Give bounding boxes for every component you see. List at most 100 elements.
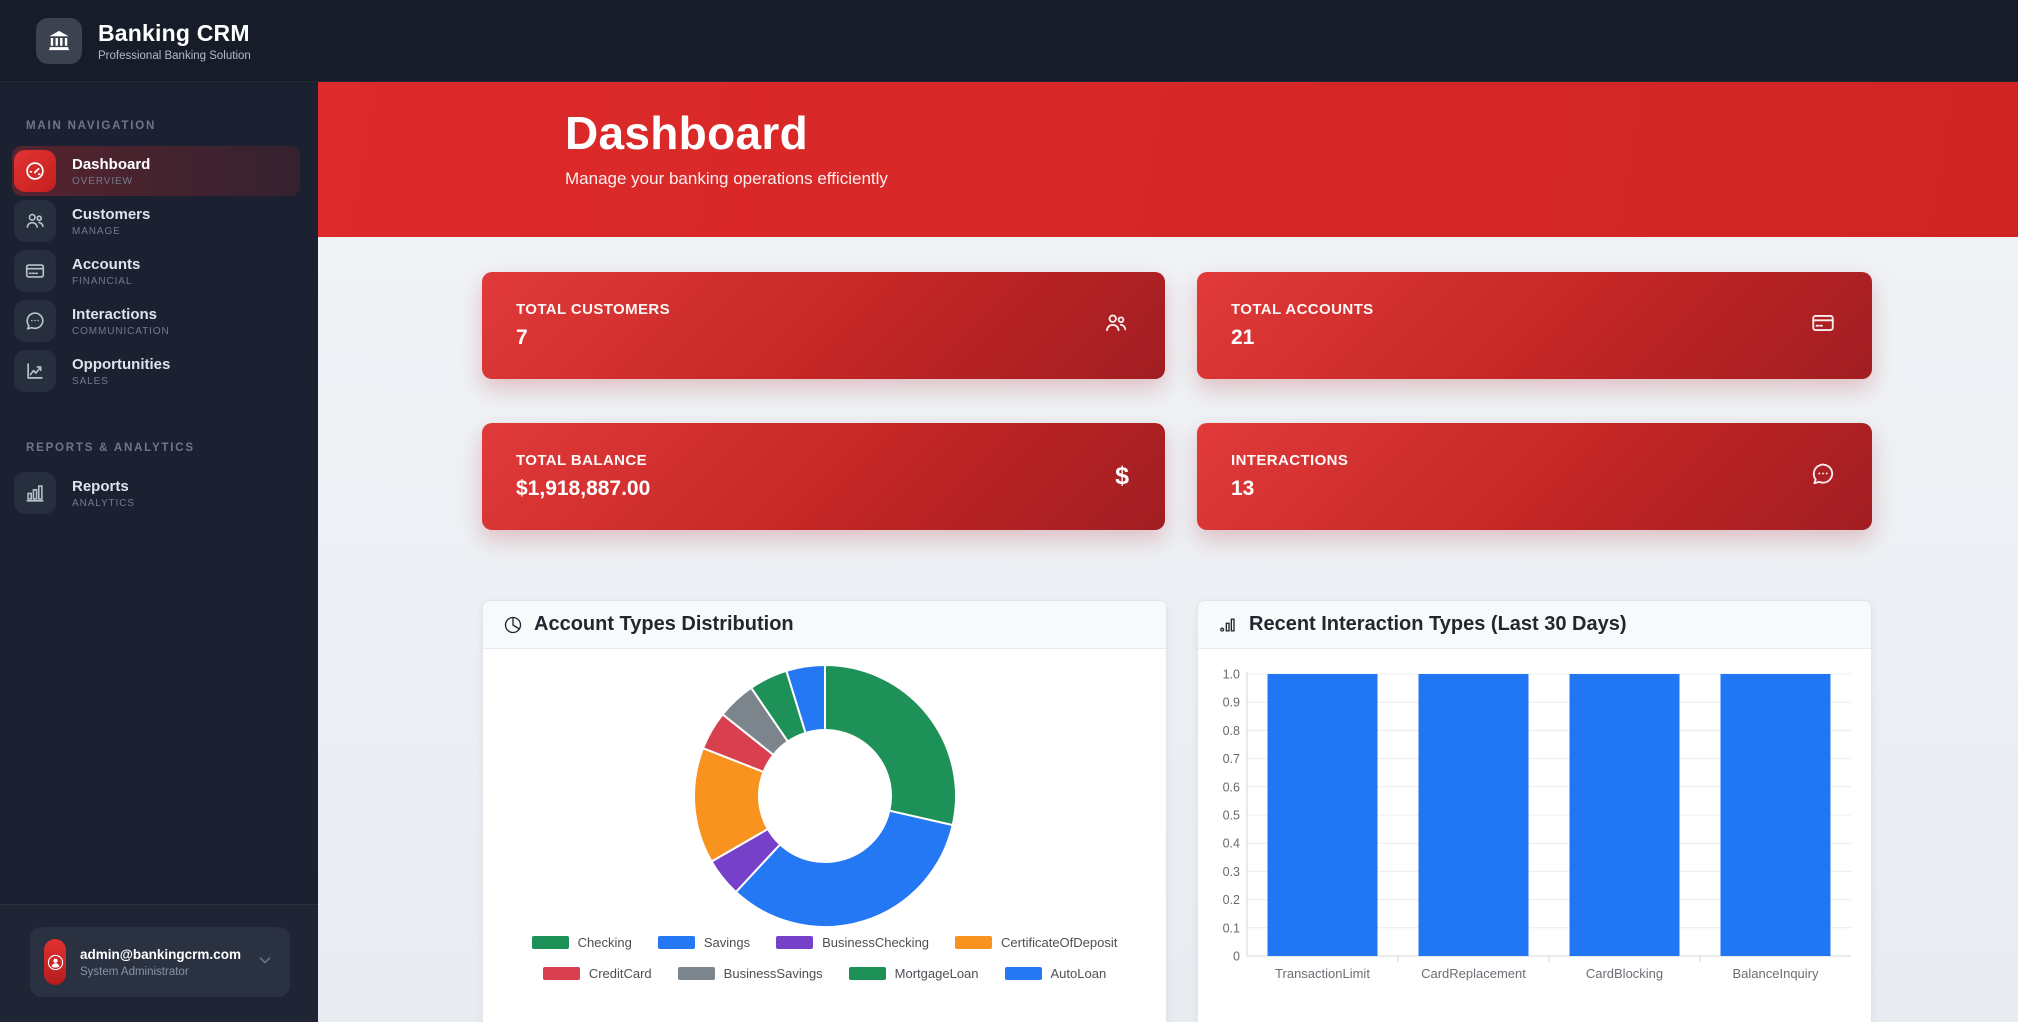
dollar-icon: $ — [1115, 462, 1129, 491]
users-icon — [14, 200, 56, 242]
user-email: admin@bankingcrm.com — [80, 947, 256, 962]
legend-item-BusinessChecking[interactable]: BusinessChecking — [776, 935, 929, 950]
person-icon — [47, 954, 64, 971]
legend-swatch — [955, 936, 992, 949]
y-tick-label: 0.3 — [1223, 865, 1240, 879]
bar-TransactionLimit[interactable] — [1268, 674, 1378, 956]
brand-subtitle: Professional Banking Solution — [98, 50, 251, 62]
sidebar-item-label: Interactions — [72, 306, 170, 323]
chart-title: Account Types Distribution — [534, 613, 794, 636]
sidebar-section-main-navigation: MAIN NAVIGATION — [0, 82, 318, 146]
x-category-label: CardReplacement — [1421, 966, 1526, 981]
x-category-label: BalanceInquiry — [1733, 966, 1819, 981]
y-tick-label: 0.1 — [1223, 921, 1240, 935]
sidebar-item-opportunities[interactable]: Opportunities SALES — [12, 346, 300, 396]
legend-item-MortgageLoan[interactable]: MortgageLoan — [849, 966, 979, 981]
sidebar: MAIN NAVIGATION Dashboard OVERVIEW Custo… — [0, 82, 318, 1022]
chevron-down-icon[interactable] — [256, 951, 274, 974]
doughnut-svg — [483, 649, 1166, 929]
avatar — [44, 939, 66, 985]
y-tick-label: 0.7 — [1223, 752, 1240, 766]
legend-item-BusinessSavings[interactable]: BusinessSavings — [678, 966, 823, 981]
x-category-label: CardBlocking — [1586, 966, 1663, 981]
sidebar-item-sublabel: ANALYTICS — [72, 498, 135, 509]
sidebar-item-sublabel: COMMUNICATION — [72, 326, 170, 337]
legend-label: CreditCard — [589, 966, 652, 981]
y-tick-label: 0.5 — [1223, 809, 1240, 823]
legend-label: AutoLoan — [1051, 966, 1107, 981]
y-tick-label: 0.9 — [1223, 696, 1240, 710]
sidebar-item-label: Reports — [72, 478, 135, 495]
app-root: Banking CRM Professional Banking Solutio… — [0, 0, 2018, 1022]
doughnut-segment-Checking[interactable] — [825, 665, 956, 825]
page-header-banner: Dashboard Manage your banking operations… — [318, 82, 2018, 237]
bank-logo-icon — [36, 18, 82, 64]
y-tick-label: 0.2 — [1223, 893, 1240, 907]
account-types-distribution-card: Account Types Distribution Checking Savin… — [482, 600, 1167, 1022]
sidebar-footer: admin@bankingcrm.com System Administrato… — [0, 904, 318, 1022]
users-icon — [1103, 310, 1129, 341]
stat-value: 13 — [1231, 477, 1810, 501]
sidebar-item-sublabel: MANAGE — [72, 226, 150, 237]
x-category-label: TransactionLimit — [1275, 966, 1370, 981]
legend-label: Savings — [704, 935, 750, 950]
stat-label: INTERACTIONS — [1231, 452, 1810, 469]
legend-swatch — [678, 967, 715, 980]
legend-label: Checking — [578, 935, 632, 950]
stat-card-total-accounts: TOTAL ACCOUNTS 21 — [1197, 272, 1872, 379]
bank-icon — [46, 28, 72, 54]
credit-card-icon — [1810, 310, 1836, 341]
brand-title: Banking CRM — [98, 20, 251, 47]
user-menu[interactable]: admin@bankingcrm.com System Administrato… — [30, 927, 290, 997]
sidebar-item-reports[interactable]: Reports ANALYTICS — [12, 468, 300, 518]
stat-value: $1,918,887.00 — [516, 477, 1115, 501]
stat-card-total-balance: TOTAL BALANCE $1,918,887.00 $ — [482, 423, 1165, 530]
sidebar-item-accounts[interactable]: Accounts FINANCIAL — [12, 246, 300, 296]
legend-item-Checking[interactable]: Checking — [532, 935, 632, 950]
top-bar: Banking CRM Professional Banking Solutio… — [0, 0, 2018, 82]
legend-label: MortgageLoan — [895, 966, 979, 981]
chart-header: Account Types Distribution — [483, 601, 1166, 649]
stat-value: 7 — [516, 326, 1103, 350]
legend-swatch — [849, 967, 886, 980]
sidebar-item-label: Accounts — [72, 256, 140, 273]
stat-label: TOTAL BALANCE — [516, 452, 1115, 469]
user-role: System Administrator — [80, 966, 256, 978]
sidebar-item-dashboard[interactable]: Dashboard OVERVIEW — [12, 146, 300, 196]
bar-CardReplacement[interactable] — [1419, 674, 1529, 956]
sidebar-item-label: Customers — [72, 206, 150, 223]
bar-CardBlocking[interactable] — [1570, 674, 1680, 956]
sidebar-item-sublabel: FINANCIAL — [72, 276, 140, 287]
y-tick-label: 1.0 — [1223, 668, 1240, 682]
y-tick-label: 0.4 — [1223, 837, 1240, 851]
sidebar-section-reports-analytics: REPORTS & ANALYTICS — [0, 396, 318, 468]
page-title: Dashboard — [565, 106, 2018, 160]
legend-item-CreditCard[interactable]: CreditCard — [543, 966, 652, 981]
legend-swatch — [543, 967, 580, 980]
sidebar-item-interactions[interactable]: Interactions COMMUNICATION — [12, 296, 300, 346]
legend-item-CertificateOfDeposit[interactable]: CertificateOfDeposit — [955, 935, 1117, 950]
trend-up-icon — [14, 350, 56, 392]
chat-icon — [1810, 461, 1836, 492]
stat-value: 21 — [1231, 326, 1810, 350]
stat-label: TOTAL ACCOUNTS — [1231, 301, 1810, 318]
recent-interaction-types-card: Recent Interaction Types (Last 30 Days) … — [1197, 600, 1872, 1022]
sidebar-item-sublabel: OVERVIEW — [72, 176, 150, 187]
stat-card-total-customers: TOTAL CUSTOMERS 7 — [482, 272, 1165, 379]
stat-label: TOTAL CUSTOMERS — [516, 301, 1103, 318]
legend-swatch — [1005, 967, 1042, 980]
bar-BalanceInquiry[interactable] — [1721, 674, 1831, 956]
pie-chart-icon — [503, 615, 523, 635]
sidebar-item-label: Opportunities — [72, 356, 170, 373]
chart-title: Recent Interaction Types (Last 30 Days) — [1249, 613, 1627, 636]
doughnut-chart: Checking Savings BusinessChecking Certifica… — [483, 649, 1166, 981]
bar-chart-icon — [14, 472, 56, 514]
gauge-icon — [14, 150, 56, 192]
sidebar-item-customers[interactable]: Customers MANAGE — [12, 196, 300, 246]
legend-item-Savings[interactable]: Savings — [658, 935, 750, 950]
legend-item-AutoLoan[interactable]: AutoLoan — [1005, 966, 1107, 981]
y-tick-label: 0.8 — [1223, 724, 1240, 738]
chart-header: Recent Interaction Types (Last 30 Days) — [1198, 601, 1871, 649]
page-subtitle: Manage your banking operations efficient… — [565, 169, 2018, 189]
stat-card-interactions: INTERACTIONS 13 — [1197, 423, 1872, 530]
